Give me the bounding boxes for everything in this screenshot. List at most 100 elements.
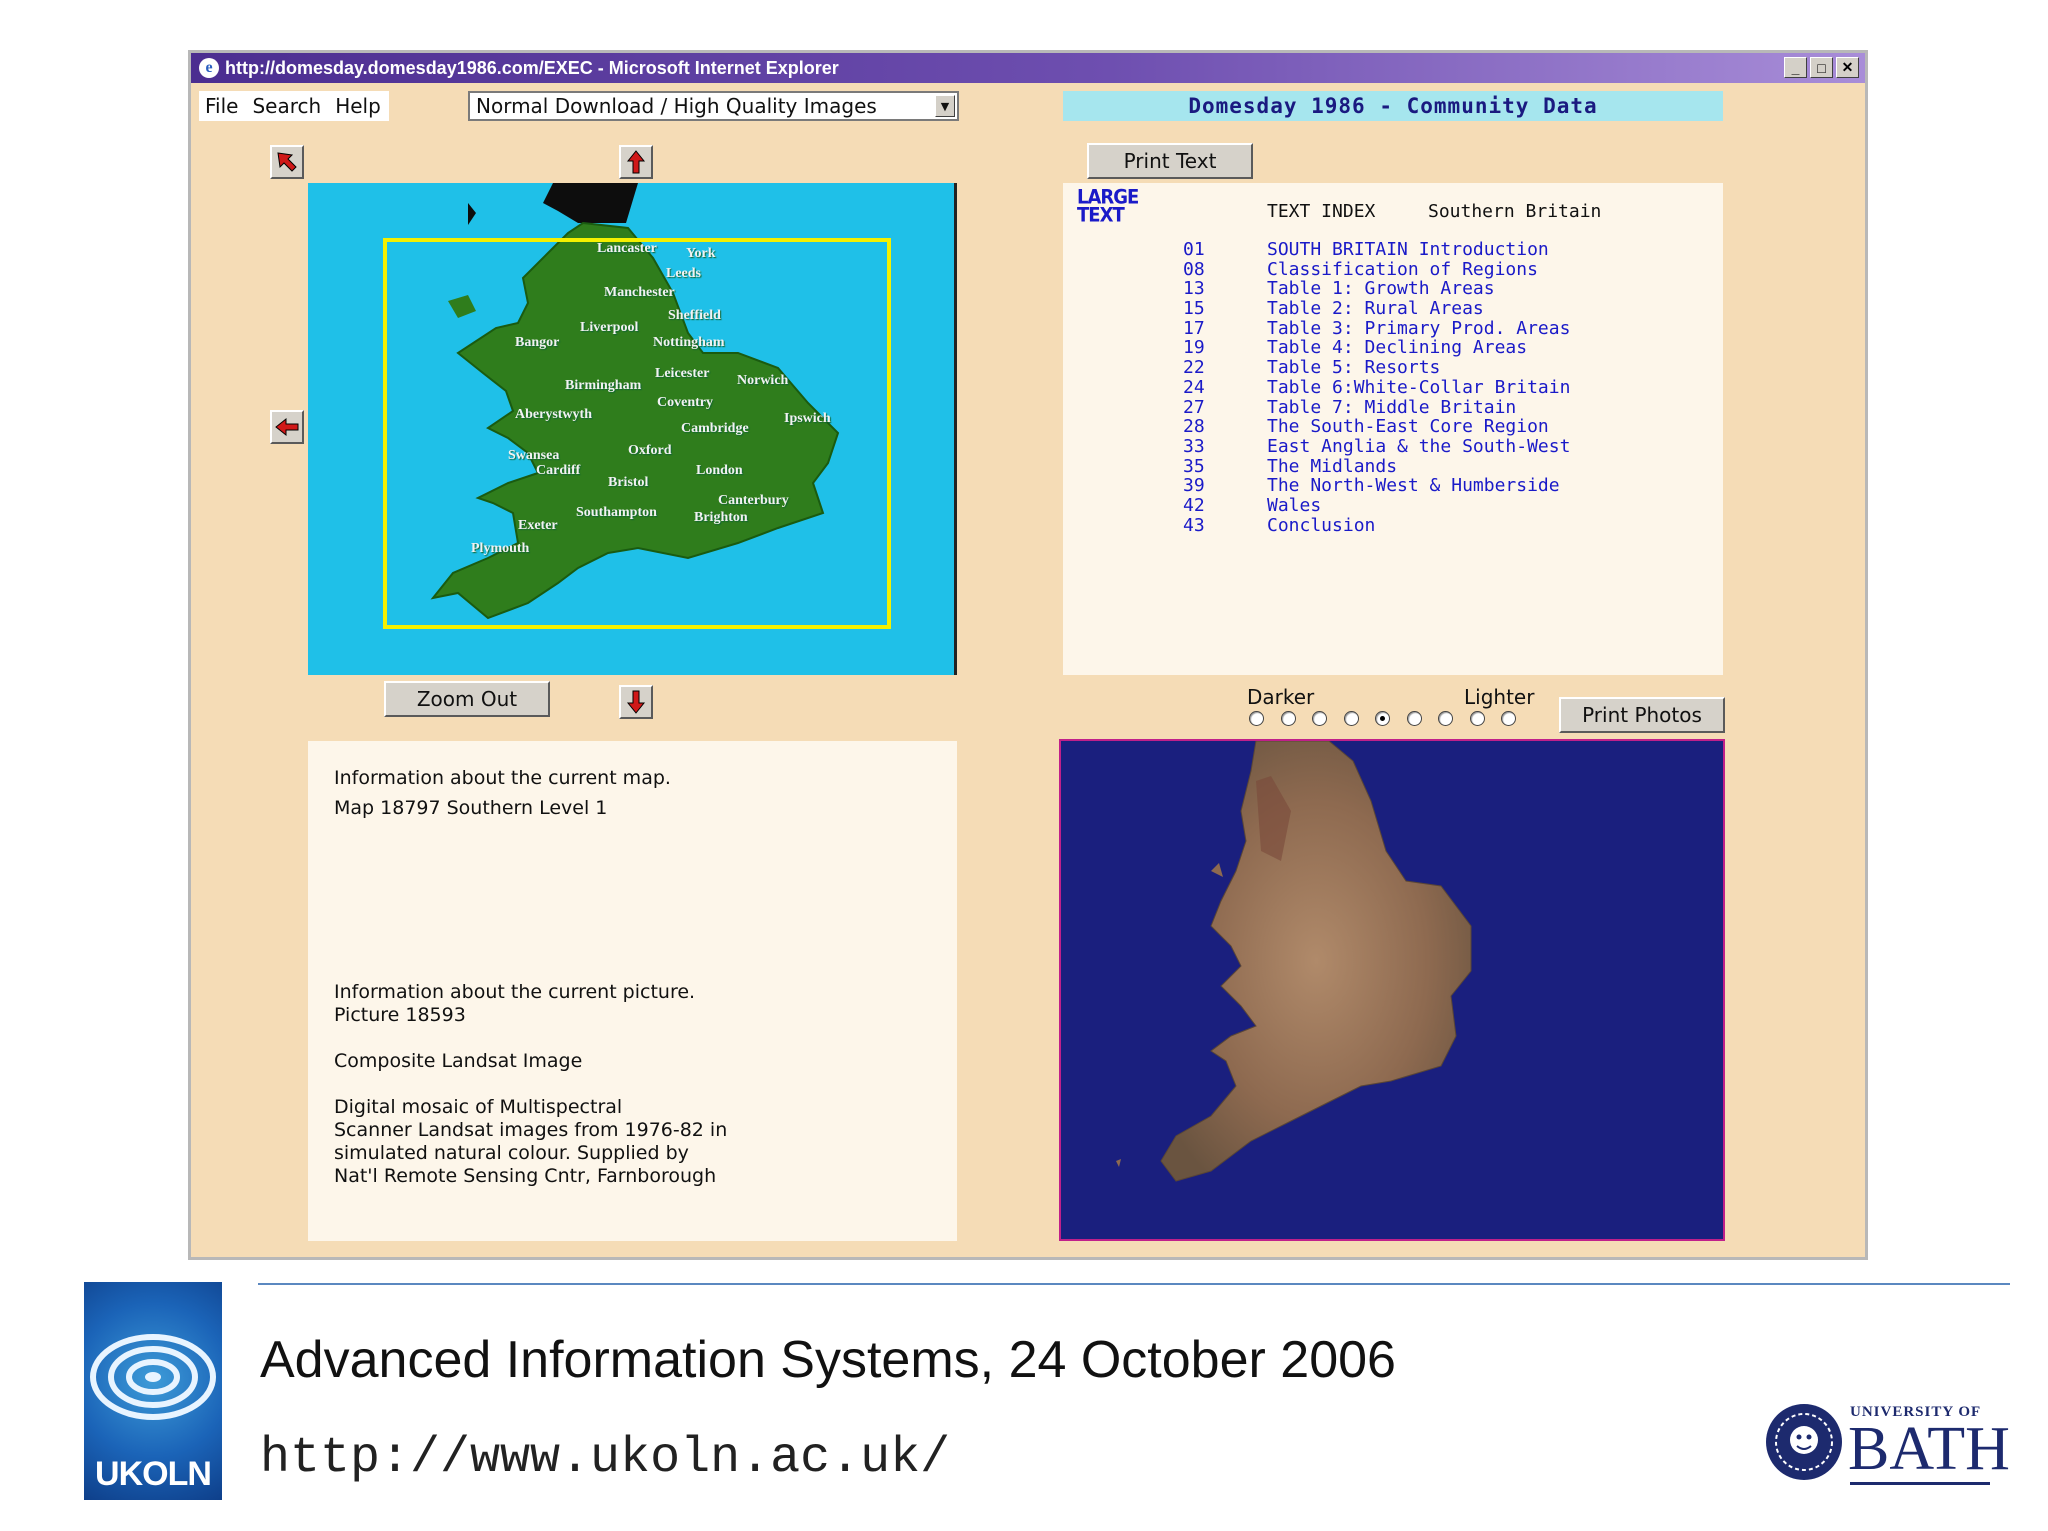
slide-footer-title: Advanced Information Systems, 24 October…	[260, 1331, 1396, 1389]
text-index-panel: LARGE TEXT TEXT INDEX Southern Britain 0…	[1063, 183, 1723, 675]
bath-logo-underline	[1850, 1482, 1990, 1485]
city-label: Leicester	[655, 366, 710, 381]
slide-footer-url[interactable]: http://www.ukoln.ac.uk/	[260, 1430, 950, 1487]
pan-northwest-button[interactable]	[270, 145, 304, 179]
index-entry[interactable]: 42 Wales	[1183, 496, 1570, 516]
index-entry[interactable]: 01 SOUTH BRITAIN Introduction	[1183, 240, 1570, 260]
index-title[interactable]: The North-West & Humberside	[1267, 476, 1560, 496]
index-title[interactable]: Table 2: Rural Areas	[1267, 299, 1484, 319]
city-label: Exeter	[518, 518, 558, 533]
index-page-number: 13	[1183, 278, 1205, 300]
brightness-radio-selected[interactable]	[1375, 711, 1390, 726]
index-entry[interactable]: 39 The North-West & Humberside	[1183, 476, 1570, 496]
city-label: York	[686, 246, 716, 261]
picture-info-heading: Information about the current picture.	[334, 981, 696, 1003]
index-title[interactable]: Table 4: Declining Areas	[1267, 338, 1527, 358]
brightness-radio[interactable]	[1343, 711, 1359, 726]
index-entry[interactable]: 24 Table 6:White-Collar Britain	[1183, 378, 1570, 398]
arrow-up-icon	[626, 150, 646, 174]
info-panel: Information about the current map. Map 1…	[308, 741, 957, 1241]
print-text-button[interactable]: Print Text	[1087, 143, 1253, 179]
picture-info-desc: simulated natural colour. Supplied by	[334, 1142, 689, 1164]
large-text-label-bottom: TEXT	[1077, 203, 1125, 227]
index-entry[interactable]: 22 Table 5: Resorts	[1183, 358, 1570, 378]
picture-info-id: Picture 18593	[334, 1004, 466, 1026]
city-label: Coventry	[657, 395, 713, 410]
index-title[interactable]: Conclusion	[1267, 515, 1375, 536]
index-entry[interactable]: 28 The South-East Core Region	[1183, 417, 1570, 437]
text-index-list: 01 SOUTH BRITAIN Introduction 08 Classific…	[1183, 240, 1570, 535]
download-quality-select[interactable]: Normal Download / High Quality Images ▼	[468, 91, 959, 121]
index-title[interactable]: East Anglia & the South-West	[1267, 437, 1570, 457]
maximize-button[interactable]: □	[1810, 57, 1833, 78]
index-title[interactable]: Table 5: Resorts	[1267, 358, 1440, 378]
city-label: Lancaster	[597, 241, 657, 256]
brightness-radio[interactable]	[1469, 711, 1485, 726]
city-label: Ipswich	[784, 411, 831, 426]
ukoln-logo-text: UKOLN	[95, 1455, 212, 1493]
index-entry[interactable]: 13 Table 1: Growth Areas	[1183, 279, 1570, 299]
index-entry[interactable]: 19 Table 4: Declining Areas	[1183, 338, 1570, 358]
brightness-radio[interactable]	[1280, 711, 1296, 726]
internet-explorer-icon: e	[199, 58, 219, 78]
index-entry[interactable]: 43 Conclusion	[1183, 515, 1570, 536]
bath-logo-wordmark: BATH	[1848, 1415, 2010, 1483]
index-page-number: 33	[1183, 435, 1205, 457]
text-index-heading: TEXT INDEX	[1267, 201, 1376, 222]
satellite-photo[interactable]	[1059, 739, 1725, 1241]
index-entry[interactable]: 35 The Midlands	[1183, 455, 1570, 477]
index-title[interactable]: SOUTH BRITAIN Introduction	[1267, 240, 1549, 260]
brightness-radio[interactable]	[1501, 711, 1516, 726]
dropdown-arrow-icon[interactable]: ▼	[935, 95, 955, 117]
index-title[interactable]: Table 6:White-Collar Britain	[1267, 378, 1570, 398]
city-label: Canterbury	[718, 493, 789, 508]
menu-file[interactable]: File	[205, 94, 238, 118]
zoom-out-button[interactable]: Zoom Out	[384, 681, 550, 717]
brightness-radio[interactable]	[1438, 711, 1453, 726]
index-page-number: 42	[1183, 494, 1205, 516]
index-page-number: 27	[1183, 396, 1205, 418]
index-page-number: 17	[1183, 317, 1205, 339]
menu-help[interactable]: Help	[335, 94, 381, 118]
index-entry[interactable]: 33 East Anglia & the South-West	[1183, 437, 1570, 457]
index-title[interactable]: Table 1: Growth Areas	[1267, 279, 1495, 299]
index-title[interactable]: Classification of Regions	[1267, 259, 1538, 280]
index-title[interactable]: Table 3: Primary Prod. Areas	[1267, 319, 1570, 339]
brightness-radio[interactable]	[1406, 711, 1422, 726]
pan-north-button[interactable]	[619, 145, 653, 179]
minimize-button[interactable]: _	[1784, 57, 1807, 78]
city-label: Bristol	[608, 475, 649, 490]
index-entry[interactable]: 15 Table 2: Rural Areas	[1183, 299, 1570, 319]
brightness-radio[interactable]	[1249, 711, 1264, 726]
footer-divider	[258, 1283, 2010, 1285]
index-title[interactable]: The Midlands	[1267, 456, 1397, 477]
city-label: Bangor	[515, 335, 560, 350]
large-text-toggle[interactable]: LARGE TEXT	[1077, 188, 1139, 227]
app-title: Domesday 1986 - Community Data	[1063, 91, 1723, 121]
index-page-number: 22	[1183, 357, 1205, 379]
pan-south-button[interactable]	[619, 685, 653, 719]
index-page-number: 35	[1183, 455, 1205, 477]
city-label: Swansea	[508, 448, 560, 463]
map-view[interactable]: Lancaster York Leeds Manchester Sheffiel…	[308, 183, 957, 675]
title-bar: e http://domesday.domesday1986.com/EXEC …	[191, 53, 1865, 83]
pan-west-button[interactable]	[270, 410, 304, 444]
city-label: Cardiff	[536, 463, 581, 478]
index-title[interactable]: Wales	[1267, 496, 1321, 516]
print-photos-button[interactable]: Print Photos	[1559, 697, 1725, 733]
index-title[interactable]: Table 7: Middle Britain	[1267, 397, 1516, 418]
close-button[interactable]: ✕	[1836, 57, 1859, 78]
index-title[interactable]: The South-East Core Region	[1267, 417, 1549, 437]
index-entry[interactable]: 08 Classification of Regions	[1183, 259, 1570, 280]
arrow-left-icon	[275, 417, 299, 437]
index-entry[interactable]: 27 Table 7: Middle Britain	[1183, 396, 1570, 418]
index-entry[interactable]: 17 Table 3: Primary Prod. Areas	[1183, 319, 1570, 339]
menu-bar: File Search Help	[199, 91, 389, 121]
city-label: London	[696, 463, 743, 478]
lighter-label: Lighter	[1464, 685, 1535, 709]
picture-info-desc: Scanner Landsat images from 1976-82 in	[334, 1119, 728, 1141]
menu-search[interactable]: Search	[252, 94, 321, 118]
city-label: Sheffield	[668, 308, 721, 323]
brightness-radio[interactable]	[1312, 711, 1327, 726]
city-label: Liverpool	[580, 320, 639, 335]
